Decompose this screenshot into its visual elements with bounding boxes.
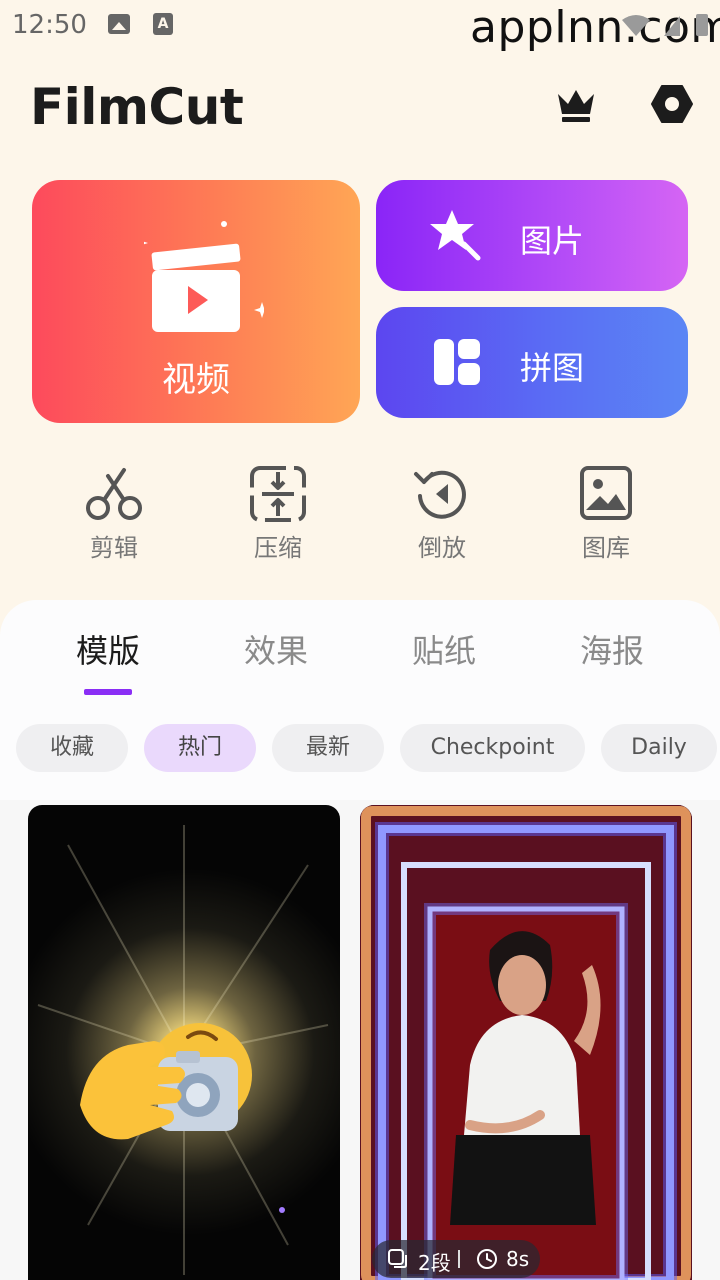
- tab-templates[interactable]: 模版: [48, 626, 168, 672]
- template-card[interactable]: [360, 805, 692, 1280]
- tool-label: 压缩: [254, 534, 302, 562]
- neon-frame-portrait-illustration: [360, 805, 692, 1280]
- crown-icon[interactable]: [552, 82, 600, 126]
- tool-edit[interactable]: 剪辑: [54, 466, 174, 566]
- scissors-icon: [86, 468, 142, 520]
- tool-gallery[interactable]: 图库: [546, 466, 666, 566]
- tool-label: 图库: [582, 534, 630, 562]
- photo-button[interactable]: 图片: [376, 180, 688, 291]
- template-meta-badge: 2段 8s: [372, 1240, 540, 1278]
- tool-label: 剪辑: [90, 534, 138, 562]
- collage-button[interactable]: 拼图: [376, 307, 688, 418]
- magic-star-icon: [430, 210, 481, 261]
- template-card[interactable]: [28, 805, 340, 1280]
- signal-battery-icon: [622, 14, 708, 36]
- collage-label: 拼图: [520, 349, 585, 387]
- video-button[interactable]: 视频: [32, 180, 360, 423]
- tool-label: 倒放: [418, 534, 466, 562]
- chip-daily[interactable]: Daily: [601, 724, 717, 772]
- settings-icon[interactable]: [648, 80, 696, 128]
- tool-compress[interactable]: 压缩: [218, 466, 338, 566]
- app-title: FilmCut: [30, 78, 244, 136]
- divider: [458, 1250, 460, 1268]
- emoji-camera-illustration: [37, 825, 329, 1275]
- reverse-icon: [414, 470, 466, 519]
- image-notification-icon: [108, 14, 130, 34]
- tool-reverse[interactable]: 倒放: [382, 466, 502, 566]
- compress-icon: [250, 466, 306, 522]
- clock-icon: [477, 1249, 497, 1269]
- status-bar: 12:50 A applnn.com: [0, 0, 720, 53]
- video-label: 视频: [162, 360, 230, 400]
- chip-checkpoint[interactable]: Checkpoint: [400, 724, 585, 772]
- chip-latest[interactable]: 最新: [272, 724, 384, 772]
- tab-effects[interactable]: 效果: [216, 626, 336, 672]
- app-notification-icon: A: [153, 13, 173, 35]
- gallery-icon: [580, 466, 632, 520]
- status-time: 12:50: [12, 10, 87, 40]
- tab-stickers[interactable]: 贴纸: [384, 626, 504, 672]
- chip-hot[interactable]: 热门: [144, 724, 256, 772]
- photo-label: 图片: [520, 222, 585, 260]
- clapperboard-icon: [144, 221, 264, 332]
- collage-layout-icon: [434, 339, 480, 385]
- tab-indicator: [84, 689, 132, 695]
- segments-icon: [388, 1249, 407, 1268]
- segment-count: 2段: [418, 1251, 451, 1275]
- duration: 8s: [506, 1247, 530, 1271]
- tab-posters[interactable]: 海报: [552, 626, 672, 672]
- chip-favorites[interactable]: 收藏: [16, 724, 128, 772]
